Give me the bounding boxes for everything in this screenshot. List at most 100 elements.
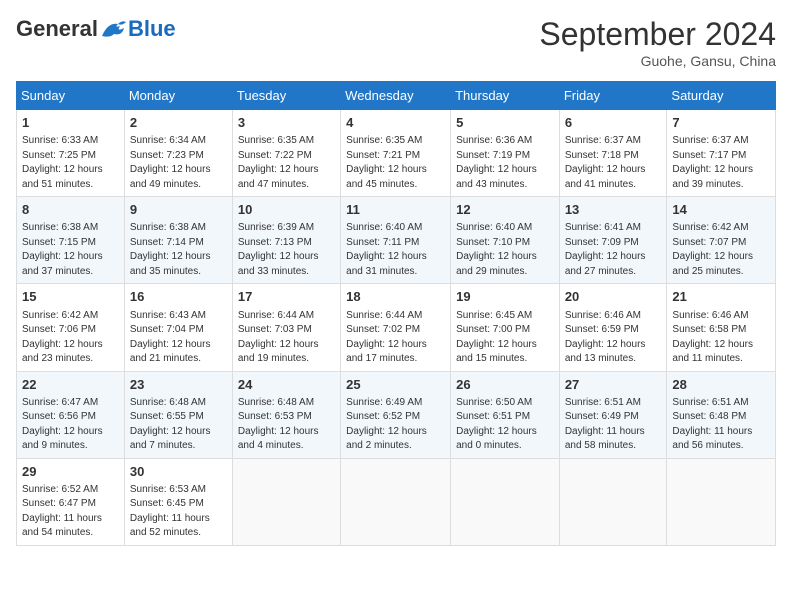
day-number: 6 bbox=[565, 114, 662, 132]
day-info: Sunrise: 6:51 AM Sunset: 6:49 PM Dayligh… bbox=[565, 396, 662, 454]
day-number: 19 bbox=[456, 288, 554, 306]
day-number: 30 bbox=[130, 463, 227, 481]
day-number: 20 bbox=[565, 288, 662, 306]
calendar-day: 5Sunrise: 6:36 AM Sunset: 7:19 PM Daylig… bbox=[451, 110, 560, 197]
calendar-header-friday: Friday bbox=[559, 82, 667, 110]
calendar-day: 10 Sunrise: 6:39 AM Sunset: 7:13 PM Dayli… bbox=[232, 197, 340, 284]
calendar-day: 12Sunrise: 6:40 AM Sunset: 7:10 PM Dayli… bbox=[451, 197, 560, 284]
day-number: 23 bbox=[130, 376, 227, 394]
day-number: 8 bbox=[22, 201, 119, 219]
calendar-day: 25 Sunrise: 6:49 AM Sunset: 6:52 PM Dayli… bbox=[341, 371, 451, 458]
day-info: Sunrise: 6:44 AM Sunset: 7:03 PM Dayligh… bbox=[238, 309, 335, 367]
day-number: 12 bbox=[456, 201, 554, 219]
calendar-day: 14 Sunrise: 6:42 AM Sunset: 7:07 PM Dayli… bbox=[667, 197, 776, 284]
calendar-day bbox=[451, 458, 560, 545]
day-number: 22 bbox=[22, 376, 119, 394]
location-text: Guohe, Gansu, China bbox=[539, 53, 776, 69]
day-info: Sunrise: 6:49 AM Sunset: 6:52 PM Dayligh… bbox=[346, 396, 445, 454]
day-info: Sunrise: 6:47 AM Sunset: 6:56 PM Dayligh… bbox=[22, 396, 119, 454]
calendar-day: 21 Sunrise: 6:46 AM Sunset: 6:58 PM Dayli… bbox=[667, 284, 776, 371]
calendar-day: 19Sunrise: 6:45 AM Sunset: 7:00 PM Dayli… bbox=[451, 284, 560, 371]
day-number: 25 bbox=[346, 376, 445, 394]
calendar-day bbox=[559, 458, 667, 545]
calendar-header-saturday: Saturday bbox=[667, 82, 776, 110]
title-block: September 2024 Guohe, Gansu, China bbox=[539, 16, 776, 69]
day-info: Sunrise: 6:41 AM Sunset: 7:09 PM Dayligh… bbox=[565, 221, 662, 279]
calendar-day: 3Sunrise: 6:35 AM Sunset: 7:22 PM Daylig… bbox=[232, 110, 340, 197]
calendar-header-wednesday: Wednesday bbox=[341, 82, 451, 110]
day-info: Sunrise: 6:37 AM Sunset: 7:17 PM Dayligh… bbox=[672, 134, 770, 192]
day-number: 9 bbox=[130, 201, 227, 219]
calendar-day: 28 Sunrise: 6:51 AM Sunset: 6:48 PM Dayli… bbox=[667, 371, 776, 458]
day-number: 28 bbox=[672, 376, 770, 394]
day-number: 17 bbox=[238, 288, 335, 306]
day-number: 24 bbox=[238, 376, 335, 394]
day-info: Sunrise: 6:51 AM Sunset: 6:48 PM Dayligh… bbox=[672, 396, 770, 454]
calendar-week-1: 1 Sunrise: 6:33 AM Sunset: 7:25 PM Daylig… bbox=[17, 110, 776, 197]
day-number: 10 bbox=[238, 201, 335, 219]
day-info: Sunrise: 6:46 AM Sunset: 6:59 PM Dayligh… bbox=[565, 309, 662, 367]
calendar-day bbox=[667, 458, 776, 545]
day-number: 4 bbox=[346, 114, 445, 132]
day-number: 29 bbox=[22, 463, 119, 481]
day-info: Sunrise: 6:36 AM Sunset: 7:19 PM Dayligh… bbox=[456, 134, 554, 192]
calendar-table: SundayMondayTuesdayWednesdayThursdayFrid… bbox=[16, 81, 776, 546]
calendar-header-row: SundayMondayTuesdayWednesdayThursdayFrid… bbox=[17, 82, 776, 110]
calendar-day: 29Sunrise: 6:52 AM Sunset: 6:47 PM Dayli… bbox=[17, 458, 125, 545]
calendar-day: 24 Sunrise: 6:48 AM Sunset: 6:53 PM Dayli… bbox=[232, 371, 340, 458]
logo-bird-icon bbox=[100, 18, 128, 40]
day-number: 14 bbox=[672, 201, 770, 219]
calendar-day: 16Sunrise: 6:43 AM Sunset: 7:04 PM Dayli… bbox=[124, 284, 232, 371]
calendar-day bbox=[232, 458, 340, 545]
calendar-header-thursday: Thursday bbox=[451, 82, 560, 110]
calendar-day: 15Sunrise: 6:42 AM Sunset: 7:06 PM Dayli… bbox=[17, 284, 125, 371]
day-info: Sunrise: 6:44 AM Sunset: 7:02 PM Dayligh… bbox=[346, 309, 445, 367]
day-number: 21 bbox=[672, 288, 770, 306]
day-info: Sunrise: 6:34 AM Sunset: 7:23 PM Dayligh… bbox=[130, 134, 227, 192]
calendar-day: 23 Sunrise: 6:48 AM Sunset: 6:55 PM Dayli… bbox=[124, 371, 232, 458]
calendar-day: 2 Sunrise: 6:34 AM Sunset: 7:23 PM Daylig… bbox=[124, 110, 232, 197]
day-number: 7 bbox=[672, 114, 770, 132]
logo-blue-text: Blue bbox=[128, 16, 176, 42]
day-info: Sunrise: 6:48 AM Sunset: 6:55 PM Dayligh… bbox=[130, 396, 227, 454]
calendar-day: 17 Sunrise: 6:44 AM Sunset: 7:03 PM Dayli… bbox=[232, 284, 340, 371]
day-info: Sunrise: 6:39 AM Sunset: 7:13 PM Dayligh… bbox=[238, 221, 335, 279]
day-info: Sunrise: 6:46 AM Sunset: 6:58 PM Dayligh… bbox=[672, 309, 770, 367]
calendar-header-tuesday: Tuesday bbox=[232, 82, 340, 110]
calendar-week-2: 8 Sunrise: 6:38 AM Sunset: 7:15 PM Daylig… bbox=[17, 197, 776, 284]
day-info: Sunrise: 6:48 AM Sunset: 6:53 PM Dayligh… bbox=[238, 396, 335, 454]
calendar-day: 18 Sunrise: 6:44 AM Sunset: 7:02 PM Dayli… bbox=[341, 284, 451, 371]
day-info: Sunrise: 6:42 AM Sunset: 7:07 PM Dayligh… bbox=[672, 221, 770, 279]
calendar-day: 20 Sunrise: 6:46 AM Sunset: 6:59 PM Dayli… bbox=[559, 284, 667, 371]
page-header: General Blue September 2024 Guohe, Gansu… bbox=[16, 16, 776, 69]
day-number: 1 bbox=[22, 114, 119, 132]
day-number: 27 bbox=[565, 376, 662, 394]
day-number: 26 bbox=[456, 376, 554, 394]
day-number: 2 bbox=[130, 114, 227, 132]
day-info: Sunrise: 6:35 AM Sunset: 7:21 PM Dayligh… bbox=[346, 134, 445, 192]
calendar-day: 30 Sunrise: 6:53 AM Sunset: 6:45 PM Dayli… bbox=[124, 458, 232, 545]
calendar-week-3: 15Sunrise: 6:42 AM Sunset: 7:06 PM Dayli… bbox=[17, 284, 776, 371]
calendar-day: 4 Sunrise: 6:35 AM Sunset: 7:21 PM Daylig… bbox=[341, 110, 451, 197]
calendar-day: 6 Sunrise: 6:37 AM Sunset: 7:18 PM Daylig… bbox=[559, 110, 667, 197]
day-number: 13 bbox=[565, 201, 662, 219]
day-number: 11 bbox=[346, 201, 445, 219]
calendar-day bbox=[341, 458, 451, 545]
day-info: Sunrise: 6:50 AM Sunset: 6:51 PM Dayligh… bbox=[456, 396, 554, 454]
calendar-day: 13 Sunrise: 6:41 AM Sunset: 7:09 PM Dayli… bbox=[559, 197, 667, 284]
day-info: Sunrise: 6:38 AM Sunset: 7:15 PM Dayligh… bbox=[22, 221, 119, 279]
day-info: Sunrise: 6:33 AM Sunset: 7:25 PM Dayligh… bbox=[22, 134, 119, 192]
day-info: Sunrise: 6:42 AM Sunset: 7:06 PM Dayligh… bbox=[22, 309, 119, 367]
day-info: Sunrise: 6:37 AM Sunset: 7:18 PM Dayligh… bbox=[565, 134, 662, 192]
calendar-day: 7 Sunrise: 6:37 AM Sunset: 7:17 PM Daylig… bbox=[667, 110, 776, 197]
day-number: 16 bbox=[130, 288, 227, 306]
day-number: 18 bbox=[346, 288, 445, 306]
calendar-day: 8 Sunrise: 6:38 AM Sunset: 7:15 PM Daylig… bbox=[17, 197, 125, 284]
calendar-day: 9Sunrise: 6:38 AM Sunset: 7:14 PM Daylig… bbox=[124, 197, 232, 284]
day-info: Sunrise: 6:53 AM Sunset: 6:45 PM Dayligh… bbox=[130, 483, 227, 541]
logo-general-text: General bbox=[16, 16, 98, 42]
calendar-day: 27 Sunrise: 6:51 AM Sunset: 6:49 PM Dayli… bbox=[559, 371, 667, 458]
month-title: September 2024 bbox=[539, 16, 776, 53]
day-info: Sunrise: 6:35 AM Sunset: 7:22 PM Dayligh… bbox=[238, 134, 335, 192]
calendar-day: 26 Sunrise: 6:50 AM Sunset: 6:51 PM Dayli… bbox=[451, 371, 560, 458]
